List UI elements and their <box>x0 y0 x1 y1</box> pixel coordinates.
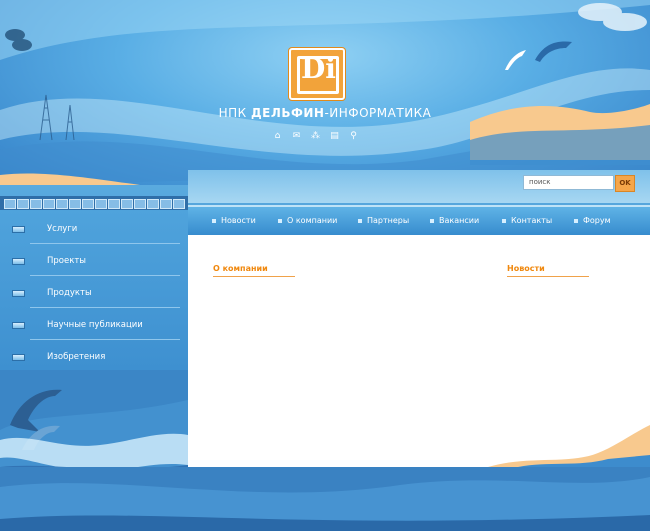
sidebar-decor-band <box>0 196 188 210</box>
nav-contacts[interactable]: Контакты <box>502 216 552 225</box>
company-name: НПК ДЕЛЬФИН-ИНФОРМАТИКА <box>218 106 432 120</box>
search-input[interactable]: поиск <box>523 175 614 190</box>
about-heading[interactable]: О компании <box>213 264 268 273</box>
menu-bullet-icon <box>12 290 25 297</box>
news-heading[interactable]: Новости <box>507 264 545 273</box>
menu-bullet-icon <box>12 226 25 233</box>
sidebar-item-label: Изобретения <box>47 352 106 362</box>
sidebar-item-label: Продукты <box>47 288 92 298</box>
nav-forum[interactable]: Форум <box>574 216 611 225</box>
sidebar-item-publications[interactable]: Научные публикации <box>0 308 180 340</box>
sitemap-icon[interactable]: ⁂ <box>310 131 321 141</box>
search-icon[interactable]: ⚲ <box>348 131 359 141</box>
sidebar-item-products[interactable]: Продукты <box>0 276 180 308</box>
menu-bullet-icon <box>12 354 25 361</box>
sidebar-menu: Услуги Проекты Продукты Научные публикац… <box>0 210 188 372</box>
search-ok-button[interactable]: OK <box>615 175 635 192</box>
sidebar-item-label: Услуги <box>47 224 78 234</box>
nav-partners[interactable]: Партнеры <box>358 216 409 225</box>
nav-news[interactable]: Новости <box>212 216 256 225</box>
nav-about[interactable]: О компании <box>278 216 337 225</box>
sidebar-item-services[interactable]: Услуги <box>0 212 180 244</box>
home-icon[interactable]: ⌂ <box>272 131 283 141</box>
content-corner-decor <box>488 425 650 467</box>
sidebar-item-projects[interactable]: Проекты <box>0 244 180 276</box>
header-banner: Di НПК ДЕЛЬФИН-ИНФОРМАТИКА ⌂ ✉ ⁂ ▤ ⚲ <box>0 0 650 185</box>
page: Di НПК ДЕЛЬФИН-ИНФОРМАТИКА ⌂ ✉ ⁂ ▤ ⚲ пои… <box>0 0 650 531</box>
header-icon-bar: ⌂ ✉ ⁂ ▤ ⚲ <box>272 131 359 141</box>
nav-vacancies[interactable]: Вакансии <box>430 216 479 225</box>
mail-icon[interactable]: ✉ <box>291 131 302 141</box>
menu-bullet-icon <box>12 258 25 265</box>
sidebar-item-label: Научные публикации <box>47 320 143 330</box>
print-icon[interactable]: ▤ <box>329 131 340 141</box>
main-content: О компании Новости <box>188 235 650 467</box>
sidebar-item-label: Проекты <box>47 256 87 266</box>
footer-wave <box>0 467 650 531</box>
top-navigation: Новости О компании Партнеры Вакансии Кон… <box>188 205 650 237</box>
menu-bullet-icon <box>12 322 25 329</box>
sidebar-item-inventions[interactable]: Изобретения <box>0 340 180 372</box>
company-logo[interactable]: Di <box>289 48 345 100</box>
